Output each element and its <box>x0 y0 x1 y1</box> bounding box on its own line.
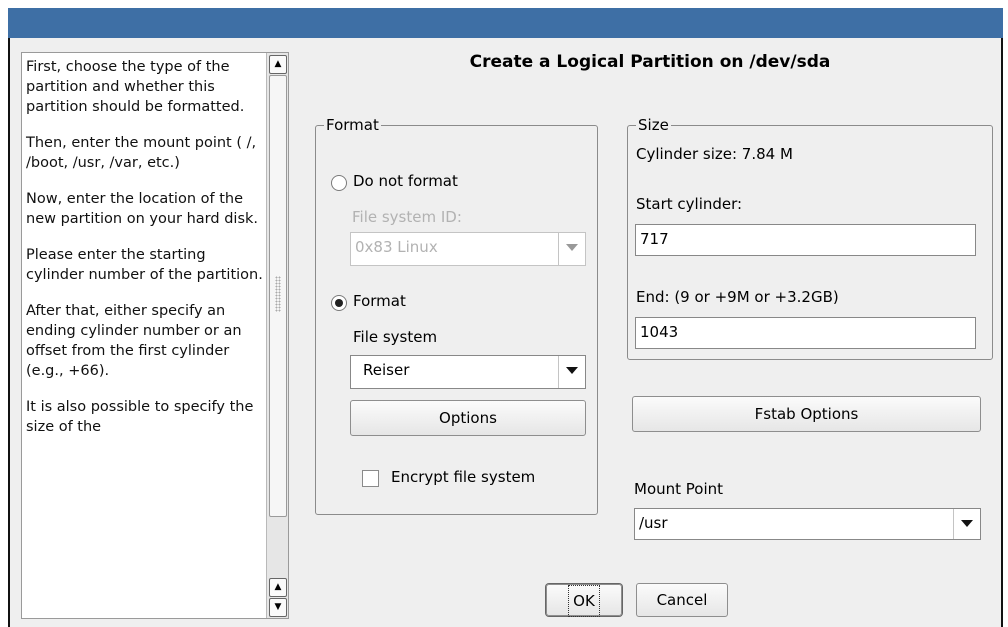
scroll-up-icon[interactable]: ▲ <box>269 578 287 597</box>
size-legend: Size <box>636 116 671 134</box>
fs-id-label: File system ID: <box>352 208 462 226</box>
help-text: First, choose the type of the partition … <box>26 57 263 453</box>
scroll-up-icon[interactable]: ▲ <box>269 55 287 74</box>
help-paragraph-2: Then, enter the mount point ( /, /boot, … <box>26 135 257 171</box>
file-system-select[interactable]: Reiser <box>350 355 586 389</box>
window-titlebar[interactable] <box>8 8 1003 38</box>
chevron-down-icon <box>961 520 973 527</box>
help-paragraph-6: It is also possible to specify the size … <box>26 399 254 435</box>
chevron-down-icon <box>566 244 578 251</box>
ok-button-label: OK <box>568 585 600 617</box>
fs-id-value: 0x83 Linux <box>355 238 438 256</box>
end-cylinder-value: 1043 <box>640 323 679 341</box>
format-legend: Format <box>324 116 381 134</box>
encrypt-label[interactable]: Encrypt file system <box>391 468 535 486</box>
help-paragraph-5: After that, either specify an ending cyl… <box>26 303 242 379</box>
start-cylinder-input[interactable]: 717 <box>635 224 976 256</box>
options-button[interactable]: Options <box>350 400 586 436</box>
dialog-title: Create a Logical Partition on /dev/sda <box>469 52 831 72</box>
fstab-options-button[interactable]: Fstab Options <box>632 396 981 432</box>
help-paragraph-1: First, choose the type of the partition … <box>26 59 245 115</box>
cylinder-size-text: Cylinder size: 7.84 M <box>636 145 793 163</box>
help-pane: First, choose the type of the partition … <box>21 52 289 619</box>
chevron-down-icon <box>566 367 578 374</box>
help-paragraph-4: Please enter the starting cylinder numbe… <box>26 247 263 283</box>
start-cylinder-label: Start cylinder: <box>636 195 743 213</box>
format-radio[interactable] <box>331 295 347 311</box>
file-system-value: Reiser <box>363 361 410 379</box>
mount-point-combo[interactable]: /usr <box>634 508 981 540</box>
do-not-format-radio[interactable] <box>331 175 347 191</box>
options-button-label: Options <box>439 409 497 427</box>
format-label[interactable]: Format <box>353 292 406 310</box>
scroll-down-icon[interactable]: ▼ <box>269 598 287 617</box>
start-cylinder-value: 717 <box>640 230 669 248</box>
grip-icon <box>275 276 281 312</box>
help-scrollbar[interactable]: ▲ ▲ ▼ <box>266 53 288 618</box>
scrollbar-thumb[interactable] <box>269 75 287 517</box>
file-system-label: File system <box>353 328 438 346</box>
mount-point-label: Mount Point <box>634 480 724 498</box>
ok-button[interactable]: OK <box>546 584 622 617</box>
fs-id-select[interactable]: 0x83 Linux <box>350 232 586 266</box>
mount-point-value[interactable]: /usr <box>639 514 668 532</box>
end-cylinder-input[interactable]: 1043 <box>635 317 976 349</box>
do-not-format-label[interactable]: Do not format <box>353 172 458 190</box>
cancel-button[interactable]: Cancel <box>636 583 728 617</box>
encrypt-checkbox[interactable] <box>362 470 379 487</box>
cancel-button-label: Cancel <box>656 591 708 609</box>
end-cylinder-label: End: (9 or +9M or +3.2GB) <box>636 288 839 306</box>
help-paragraph-3: Now, enter the location of the new parti… <box>26 191 258 227</box>
fstab-options-label: Fstab Options <box>754 405 859 423</box>
